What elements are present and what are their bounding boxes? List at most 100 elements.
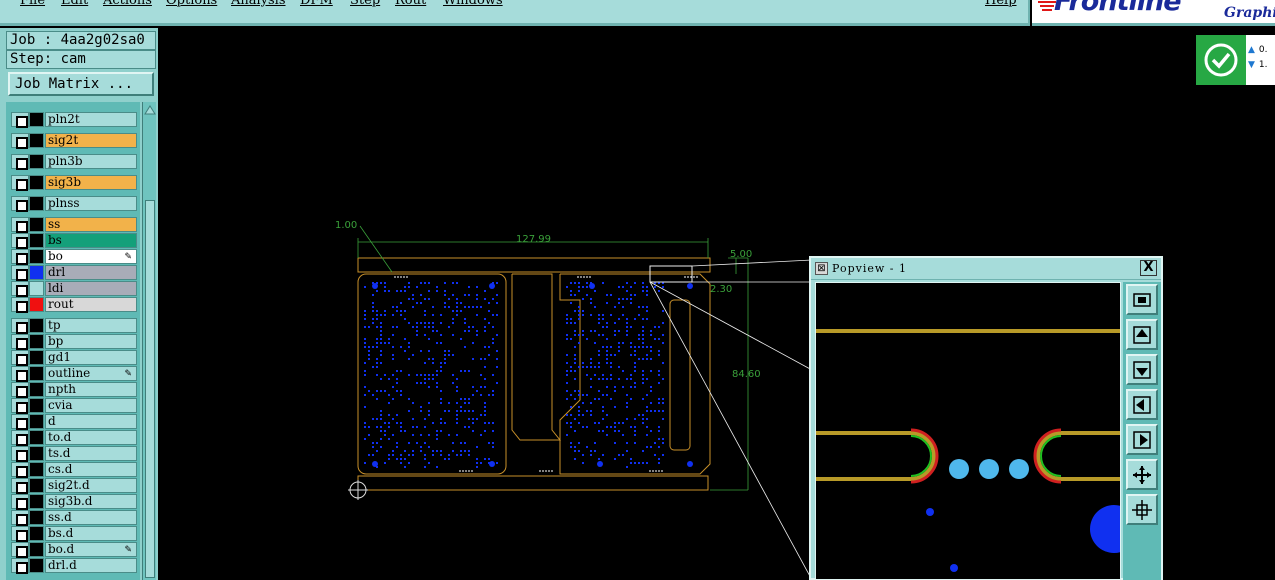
menu-options[interactable]: Options bbox=[166, 0, 217, 8]
layer-color-swatch[interactable] bbox=[29, 526, 44, 541]
layer-checkbox[interactable] bbox=[11, 446, 29, 462]
layer-color-swatch[interactable] bbox=[29, 249, 44, 264]
layer-name[interactable]: pln2t bbox=[45, 112, 137, 127]
popview-titlebar[interactable]: ⊠ Popview - 1 X bbox=[811, 258, 1161, 280]
layer-color-swatch[interactable] bbox=[29, 217, 44, 232]
layer-row-ss-d[interactable]: ss.d bbox=[8, 510, 138, 526]
menu-windows[interactable]: Windows bbox=[443, 0, 503, 8]
layer-name[interactable]: ts.d bbox=[45, 446, 137, 461]
layer-row-npth[interactable]: npth bbox=[8, 382, 138, 398]
layer-row-sig2t[interactable]: sig2t bbox=[8, 133, 138, 149]
layer-checkbox[interactable] bbox=[11, 366, 29, 382]
layer-color-swatch[interactable] bbox=[29, 558, 44, 573]
layer-name[interactable]: cvia bbox=[45, 398, 137, 413]
layer-color-swatch[interactable] bbox=[29, 398, 44, 413]
layer-name[interactable]: rout bbox=[45, 297, 137, 312]
layer-row-plnss[interactable]: plnss bbox=[8, 196, 138, 212]
layer-color-swatch[interactable] bbox=[29, 510, 44, 525]
pan-left-button[interactable] bbox=[1126, 389, 1158, 420]
layer-name[interactable]: drl.d bbox=[45, 558, 137, 573]
layer-name[interactable]: npth bbox=[45, 382, 137, 397]
layer-checkbox[interactable] bbox=[11, 249, 29, 265]
zoom-fit-button[interactable] bbox=[1126, 284, 1158, 315]
window-menu-icon[interactable]: ⊠ bbox=[815, 262, 828, 275]
layer-name[interactable]: bo.d ✎ bbox=[45, 542, 137, 557]
layer-row-ss[interactable]: ss bbox=[8, 217, 138, 233]
layer-row-bs[interactable]: bs bbox=[8, 233, 138, 249]
layer-name[interactable]: bp bbox=[45, 334, 137, 349]
layer-list-scrollbar[interactable] bbox=[142, 102, 156, 580]
layer-row-tp[interactable]: tp bbox=[8, 318, 138, 334]
menu-edit[interactable]: Edit bbox=[61, 0, 88, 8]
layer-name[interactable]: d bbox=[45, 414, 137, 429]
layer-row-ts-d[interactable]: ts.d bbox=[8, 446, 138, 462]
layer-color-swatch[interactable] bbox=[29, 233, 44, 248]
pan-up-button[interactable] bbox=[1126, 319, 1158, 350]
zoom-out-button[interactable] bbox=[1126, 494, 1158, 525]
layer-row-rout[interactable]: rout bbox=[8, 297, 138, 313]
layer-name[interactable]: sig3b bbox=[45, 175, 137, 190]
layer-checkbox[interactable] bbox=[11, 526, 29, 542]
layer-row-cvia[interactable]: cvia bbox=[8, 398, 138, 414]
layer-name[interactable]: ss bbox=[45, 217, 137, 232]
layer-row-pln3b[interactable]: pln3b bbox=[8, 154, 138, 170]
layer-checkbox[interactable] bbox=[11, 462, 29, 478]
zoom-in-button[interactable] bbox=[1126, 459, 1158, 490]
layer-checkbox[interactable] bbox=[11, 510, 29, 526]
layer-color-swatch[interactable] bbox=[29, 542, 44, 557]
layer-row-pln2t[interactable]: pln2t bbox=[8, 112, 138, 128]
layer-name[interactable]: sig2t.d bbox=[45, 478, 137, 493]
layer-name[interactable]: gd1 bbox=[45, 350, 137, 365]
scroll-thumb[interactable] bbox=[145, 200, 155, 578]
layer-row-sig3b[interactable]: sig3b bbox=[8, 175, 138, 191]
popview-zoom-view[interactable] bbox=[815, 282, 1121, 580]
layer-color-swatch[interactable] bbox=[29, 154, 44, 169]
layer-checkbox[interactable] bbox=[11, 558, 29, 574]
layer-checkbox[interactable] bbox=[11, 382, 29, 398]
layer-name[interactable]: outline ✎ bbox=[45, 366, 137, 381]
layer-checkbox[interactable] bbox=[11, 112, 29, 128]
layer-color-swatch[interactable] bbox=[29, 462, 44, 477]
layer-row-outline[interactable]: outline ✎ bbox=[8, 366, 138, 382]
layer-color-swatch[interactable] bbox=[29, 265, 44, 280]
layer-checkbox[interactable] bbox=[11, 494, 29, 510]
layer-checkbox[interactable] bbox=[11, 175, 29, 191]
layer-name[interactable]: drl bbox=[45, 265, 137, 280]
layer-name[interactable]: bs.d bbox=[45, 526, 137, 541]
layer-checkbox[interactable] bbox=[11, 350, 29, 366]
layer-color-swatch[interactable] bbox=[29, 478, 44, 493]
layer-checkbox[interactable] bbox=[11, 265, 29, 281]
layer-row-ldi[interactable]: ldi bbox=[8, 281, 138, 297]
layer-color-swatch[interactable] bbox=[29, 112, 44, 127]
menu-step[interactable]: Step bbox=[350, 0, 380, 8]
layer-list[interactable]: pln2t sig2t pln3b sig3b plnss ss bs bo ✎ drl ldi ro… bbox=[6, 102, 140, 580]
layer-checkbox[interactable] bbox=[11, 297, 29, 313]
menu-help[interactable]: Help bbox=[985, 0, 1017, 8]
layer-name[interactable]: to.d bbox=[45, 430, 137, 445]
scroll-up-icon[interactable] bbox=[144, 104, 156, 116]
layer-color-swatch[interactable] bbox=[29, 281, 44, 296]
layer-row-bo-d[interactable]: bo.d ✎ bbox=[8, 542, 138, 558]
layer-row-bo[interactable]: bo ✎ bbox=[8, 249, 138, 265]
layer-row-drl-d[interactable]: drl.d bbox=[8, 558, 138, 574]
layer-color-swatch[interactable] bbox=[29, 366, 44, 381]
job-matrix-button[interactable]: Job Matrix ... bbox=[8, 72, 154, 96]
menu-actions[interactable]: Actions bbox=[103, 0, 152, 8]
layer-checkbox[interactable] bbox=[11, 133, 29, 149]
layer-checkbox[interactable] bbox=[11, 196, 29, 212]
layer-color-swatch[interactable] bbox=[29, 382, 44, 397]
layer-checkbox[interactable] bbox=[11, 281, 29, 297]
layer-name[interactable]: plnss bbox=[45, 196, 137, 211]
layer-row-bs-d[interactable]: bs.d bbox=[8, 526, 138, 542]
pan-right-button[interactable] bbox=[1126, 424, 1158, 455]
layer-row-cs-d[interactable]: cs.d bbox=[8, 462, 138, 478]
layer-row-d[interactable]: d bbox=[8, 414, 138, 430]
layer-row-sig2t-d[interactable]: sig2t.d bbox=[8, 478, 138, 494]
menu-rout[interactable]: Rout bbox=[395, 0, 426, 8]
layer-color-swatch[interactable] bbox=[29, 196, 44, 211]
layer-checkbox[interactable] bbox=[11, 542, 29, 558]
layer-color-swatch[interactable] bbox=[29, 414, 44, 429]
layer-row-to-d[interactable]: to.d bbox=[8, 430, 138, 446]
layer-name[interactable]: cs.d bbox=[45, 462, 137, 477]
layer-color-swatch[interactable] bbox=[29, 334, 44, 349]
